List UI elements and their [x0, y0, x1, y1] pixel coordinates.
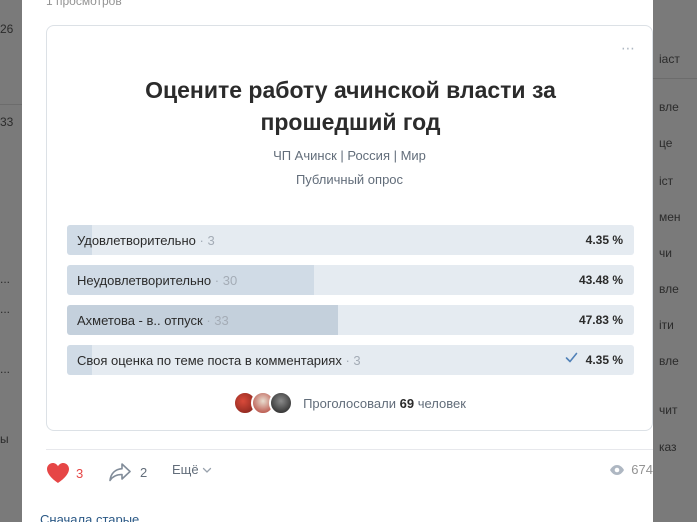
bg-fragment: це [659, 136, 673, 150]
bg-divider [0, 104, 22, 105]
voters-count: 69 [399, 395, 415, 411]
bg-fragment: ы [0, 432, 9, 446]
option-percent: 47.83 % [578, 313, 623, 327]
poll-option[interactable]: Своя оценка по теме поста в комментариях… [67, 345, 634, 375]
option-count: · 33 [206, 313, 229, 328]
poll-card: ⋯ Оцените работу ачинской власти за прош… [46, 25, 653, 431]
bg-fragment: 33 [0, 115, 14, 129]
option-count: · 3 [199, 233, 215, 248]
bg-divider [653, 78, 697, 79]
bg-fragment: чит [659, 403, 678, 417]
bg-fragment: іаст [659, 52, 680, 66]
option-count: · 3 [345, 353, 361, 368]
poll-option[interactable]: Удовлетворительно · 3 4.35 % [67, 225, 634, 255]
bg-fragment: вле [659, 354, 679, 368]
voters-summary[interactable]: Проголосовали 69 человек [47, 390, 652, 416]
views-counter: 674 [609, 462, 653, 477]
like-button[interactable]: 3 [46, 462, 83, 484]
avatar [269, 391, 294, 415]
actions-divider [46, 449, 653, 450]
bg-fragment: каз [659, 440, 677, 454]
voters-prefix: Проголосовали [303, 395, 396, 411]
poll-option-label: Неудовлетворительно · 30 [77, 273, 237, 288]
option-label: Удовлетворительно [77, 233, 196, 248]
views-caption: 1 просмотров [46, 0, 122, 8]
sort-label: Сначала старые [40, 512, 140, 522]
poll-option[interactable]: Ахметова - в.. отпуск · 33 47.83 % [67, 305, 634, 335]
poll-option-label: Ахметова - в.. отпуск · 33 [77, 313, 229, 328]
comments-sort-dropdown[interactable]: Сначала старые [40, 512, 139, 522]
voter-avatars [233, 391, 294, 415]
poll-title: Оцените работу ачинской власти за прошед… [145, 77, 556, 135]
voters-suffix: человек [417, 395, 466, 411]
bg-fragment: ... [0, 362, 11, 376]
check-icon [565, 352, 578, 363]
heart-icon [47, 463, 69, 483]
share-icon [109, 463, 131, 482]
bg-fragment: чи [659, 246, 672, 260]
bg-fragment: 26 [0, 22, 14, 36]
option-label: Ахметова - в.. отпуск [77, 313, 203, 328]
share-button[interactable]: 2 [108, 462, 147, 482]
poll-options: Удовлетворительно · 3 4.35 % Неудовлетво… [67, 225, 634, 385]
voters-text: Проголосовали 69 человек [303, 396, 466, 411]
bg-fragment: ... [0, 272, 11, 286]
poll-option-label: Своя оценка по теме поста в комментариях… [77, 353, 361, 368]
bg-fragment: вле [659, 282, 679, 296]
eye-icon [610, 464, 625, 475]
option-percent: 43.48 % [578, 273, 623, 287]
share-count: 2 [140, 464, 148, 480]
like-count: 3 [76, 465, 84, 481]
background-left-column: 26 33 ... ... ... ы [0, 0, 22, 522]
more-button[interactable]: Ещё [172, 462, 212, 477]
option-percent: 4.35 % [585, 233, 623, 247]
poll-option-label: Удовлетворительно · 3 [77, 233, 215, 248]
bg-fragment: іти [659, 318, 674, 332]
option-percent: 4.35 % [585, 353, 623, 367]
bg-fragment: ... [0, 302, 11, 316]
bg-fragment: мен [659, 210, 681, 224]
post-actions: 3 2 Ещё 674 [46, 460, 653, 488]
chevron-down-icon [202, 467, 211, 473]
option-count: · 30 [214, 273, 238, 288]
poll-source[interactable]: ЧП Ачинск | Россия | Мир [47, 148, 652, 163]
bg-fragment: вле [659, 100, 679, 114]
background-right-column: іаст вле це іст мен чи вле іти вле чит к… [653, 0, 697, 522]
more-options-icon[interactable]: ⋯ [621, 40, 636, 57]
option-label: Неудовлетворительно [77, 273, 212, 288]
poll-option[interactable]: Неудовлетворительно · 30 43.48 % [67, 265, 634, 295]
bg-fragment: іст [659, 174, 674, 188]
option-label: Своя оценка по теме поста в комментариях [77, 353, 342, 368]
post-card: 1 просмотров ⋯ Оцените работу ачинской в… [22, 0, 653, 522]
views-count: 674 [631, 462, 653, 477]
more-label: Ещё [172, 462, 199, 477]
poll-type: Публичный опрос [295, 172, 404, 187]
